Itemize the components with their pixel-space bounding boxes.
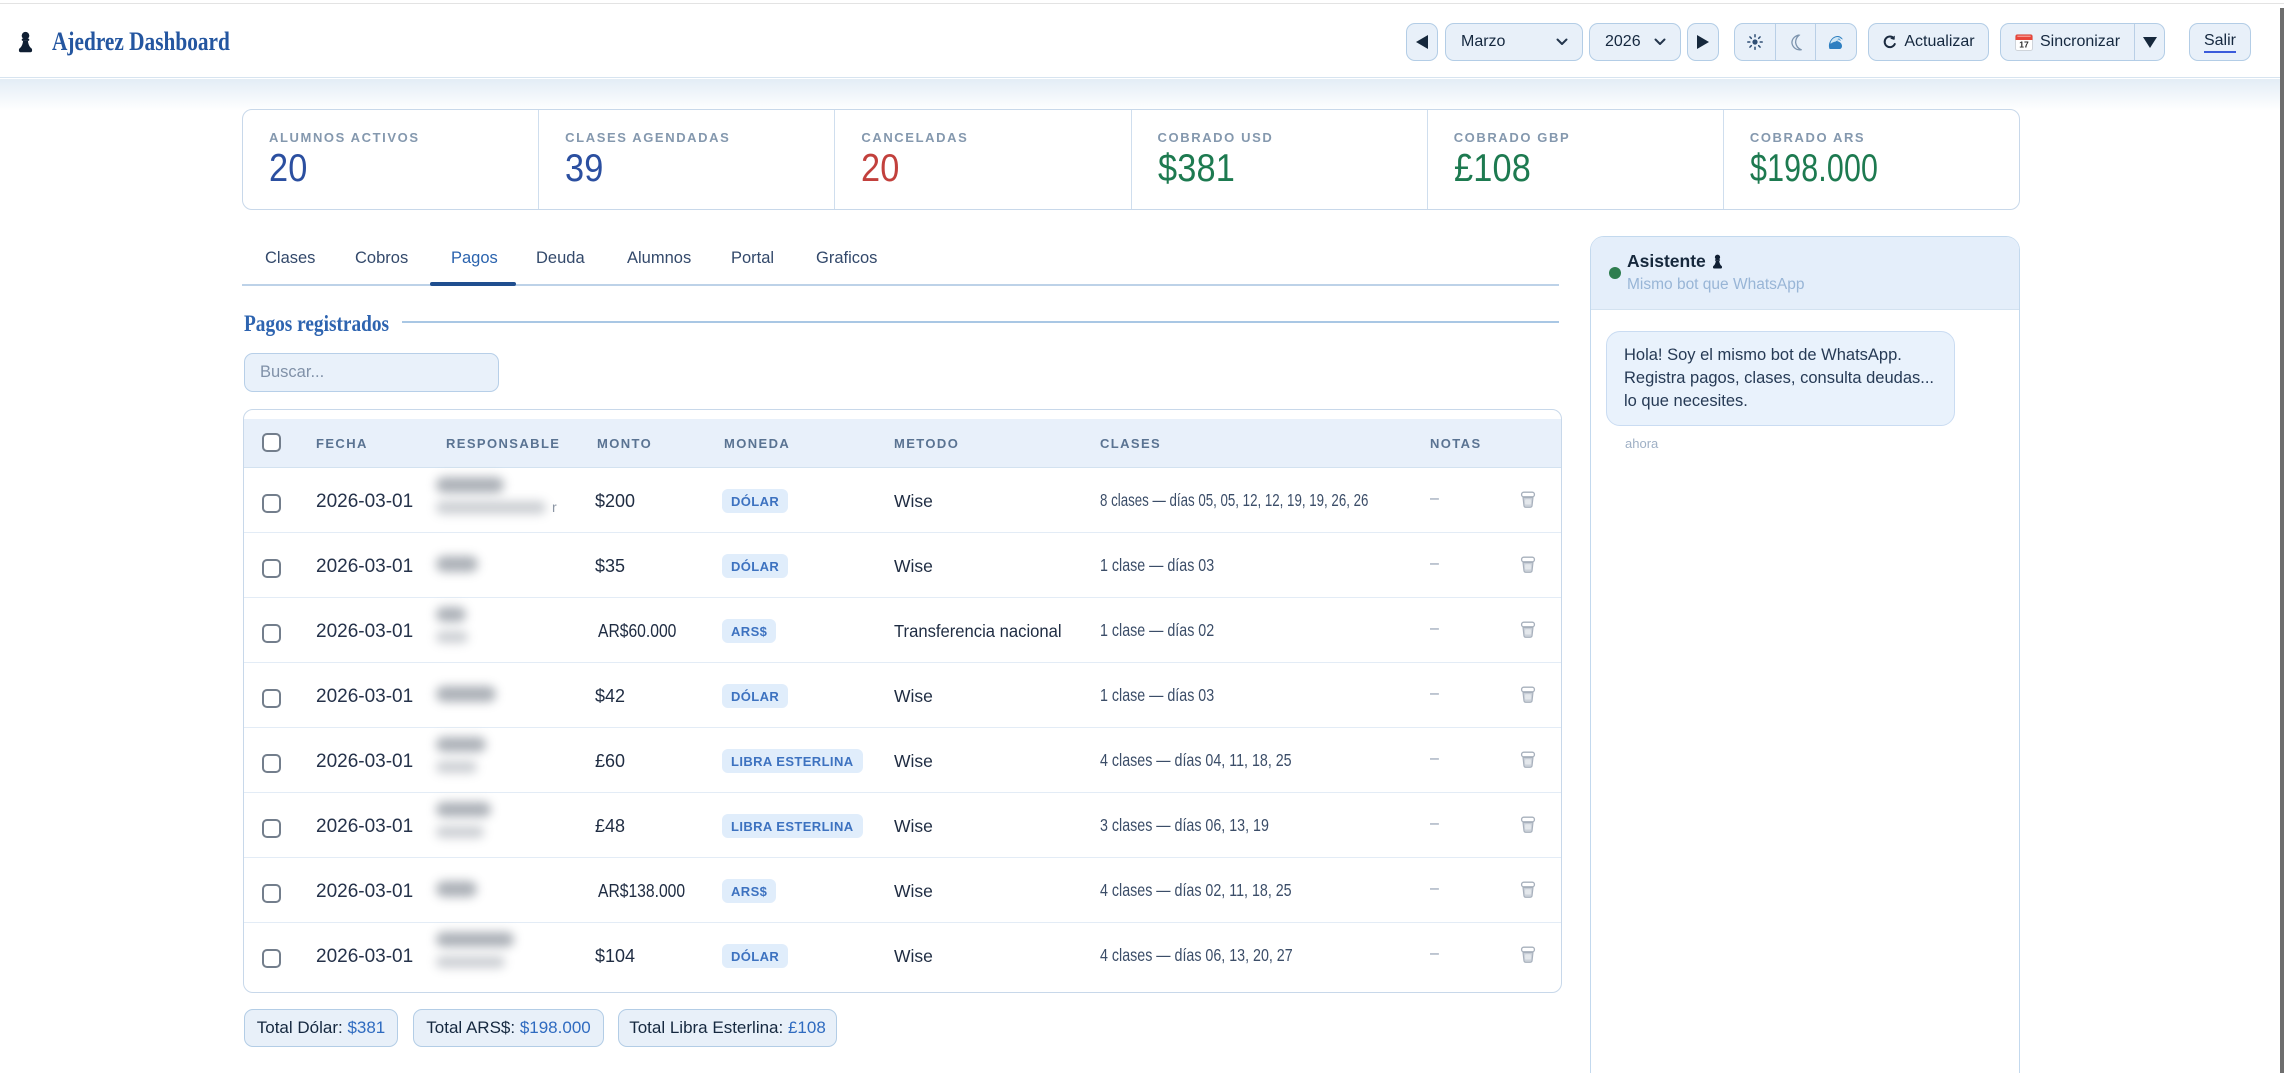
svg-text:17: 17	[2019, 39, 2029, 49]
